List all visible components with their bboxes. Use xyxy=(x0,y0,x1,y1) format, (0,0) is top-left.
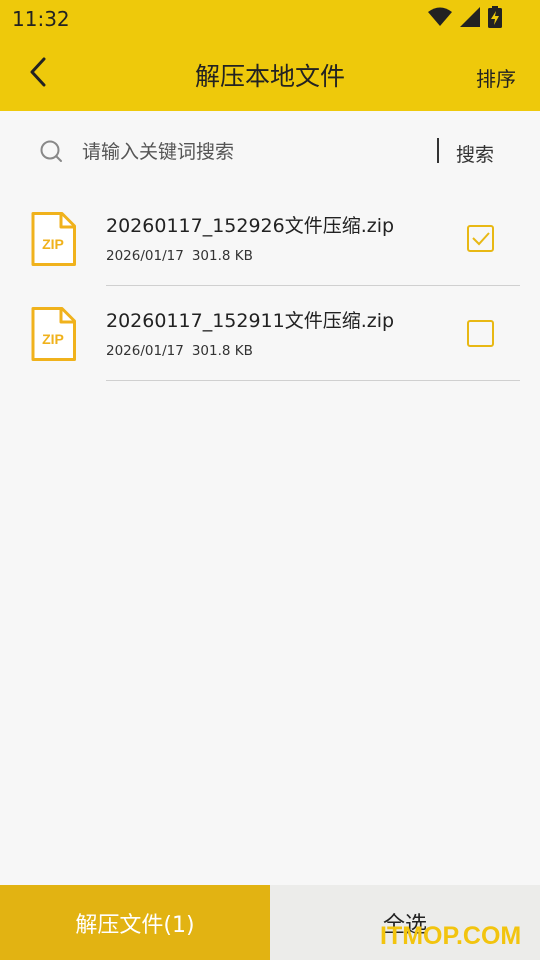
file-date: 2026/01/17 xyxy=(106,248,184,264)
row-divider xyxy=(106,380,520,381)
battery-charging-icon xyxy=(488,6,502,28)
status-time: 11:32 xyxy=(12,7,70,31)
zip-file-icon: ZIP xyxy=(30,307,76,365)
app-header: 11:32 解压本地文件 排序 xyxy=(0,0,540,111)
zip-file-icon: ZIP xyxy=(30,212,76,270)
sort-button[interactable]: 排序 xyxy=(476,63,516,92)
file-name: 20260117_152911文件压缩.zip xyxy=(106,310,395,332)
wifi-icon xyxy=(428,7,452,27)
search-input[interactable] xyxy=(82,139,412,165)
svg-text:ZIP: ZIP xyxy=(42,331,64,347)
file-size: 301.8 KB xyxy=(191,343,253,359)
status-icons xyxy=(428,6,502,28)
file-list-item[interactable]: ZIP 20260117_152911文件压缩.zip 2026/01/17 30… xyxy=(0,286,540,381)
file-size: 301.8 KB xyxy=(191,248,253,264)
file-checkbox-checked[interactable] xyxy=(467,225,494,252)
file-meta: 2026/01/17 301.8 KB xyxy=(106,343,253,359)
extract-files-button[interactable]: 解压文件(1) xyxy=(0,885,270,960)
search-bar: 搜索 xyxy=(0,111,540,191)
file-name: 20260117_152926文件压缩.zip xyxy=(106,215,395,237)
watermark: ITMOP.COM xyxy=(380,922,522,950)
svg-text:ZIP: ZIP xyxy=(42,236,64,252)
cell-signal-icon xyxy=(460,7,480,27)
file-date: 2026/01/17 xyxy=(106,343,184,359)
file-checkbox[interactable] xyxy=(467,320,494,347)
search-icon xyxy=(40,140,64,168)
search-button[interactable]: 搜索 xyxy=(456,140,494,167)
search-divider xyxy=(437,138,439,163)
file-list-item[interactable]: ZIP 20260117_152926文件压缩.zip 2026/01/17 30… xyxy=(0,191,540,286)
file-meta: 2026/01/17 301.8 KB xyxy=(106,248,253,264)
page-title: 解压本地文件 xyxy=(194,62,345,91)
